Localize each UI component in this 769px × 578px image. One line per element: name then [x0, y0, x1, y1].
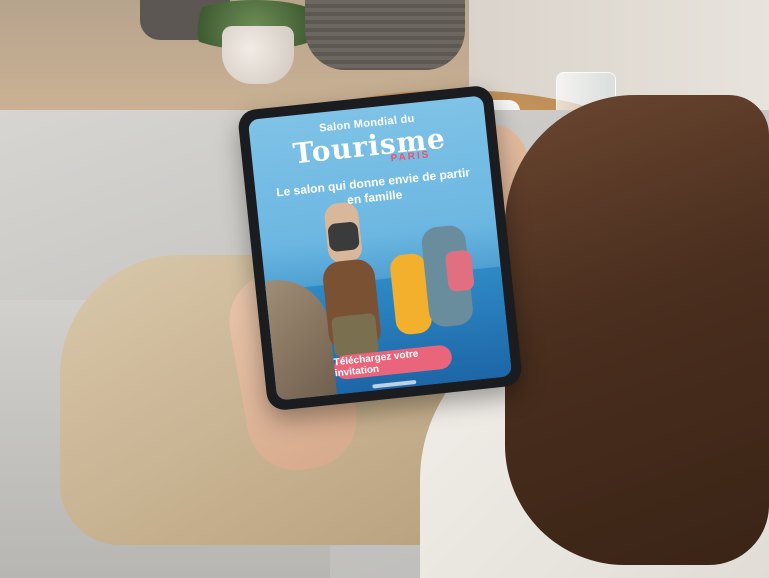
adult-shorts — [330, 312, 379, 358]
tablet-device: Salon Mondial du Tourisme PARIS Le salon… — [236, 84, 524, 412]
woven-basket — [305, 0, 465, 70]
photo-scene: Salon Mondial du Tourisme PARIS Le salon… — [0, 0, 769, 578]
person-hair — [505, 95, 769, 565]
plant-pot — [222, 26, 294, 84]
child-shirt — [327, 221, 361, 253]
screen-headline: Le salon qui donne envie de partir en fa… — [275, 165, 471, 208]
tablet-screen: Salon Mondial du Tourisme PARIS Le salon… — [247, 95, 513, 401]
pink-backpack — [444, 249, 475, 293]
